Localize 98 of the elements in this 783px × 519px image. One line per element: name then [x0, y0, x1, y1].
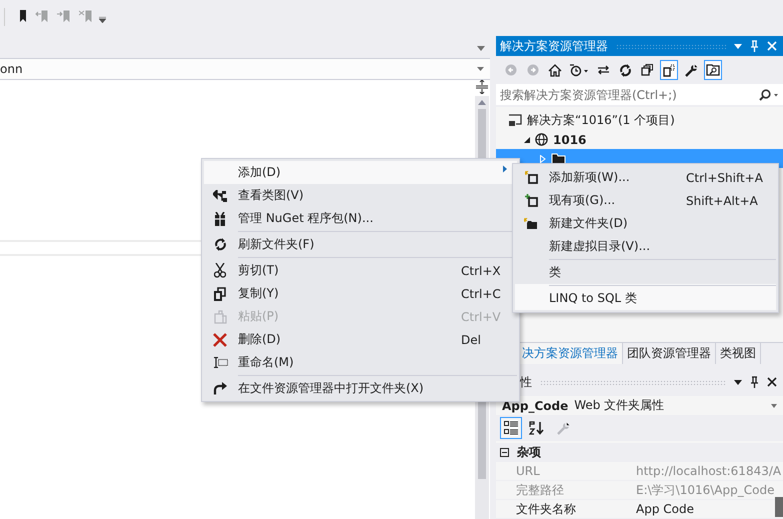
back-icon — [505, 64, 517, 76]
menu-label: 粘贴(P) — [238, 308, 279, 325]
panel-tab[interactable]: 决方案资源管理器 — [518, 342, 623, 364]
menu-label: 新建虚拟目录(V)... — [549, 238, 650, 255]
wrench-icon — [556, 422, 570, 435]
shortcut-label: Ctrl+V — [461, 310, 501, 324]
toolbar-button[interactable] — [660, 60, 678, 80]
panel-title: 解决方案资源管理器 — [500, 38, 608, 55]
menu-label: 添加新项(W)... — [549, 169, 630, 186]
history-icon — [569, 64, 589, 77]
sort-icon — [529, 421, 545, 436]
solution-icon — [508, 114, 522, 127]
menu-item[interactable]: 新建虚拟目录(V)... — [515, 235, 776, 258]
new-folder-icon — [524, 218, 538, 230]
menu-label: 查看类图(V) — [238, 187, 304, 204]
menu-label: 删除(D) — [238, 331, 281, 348]
menu-item[interactable]: LINQ to SQL 类 — [515, 284, 776, 310]
collapse-icon — [641, 64, 653, 76]
scrollbar-thumb[interactable] — [775, 497, 783, 517]
overflow-icon[interactable] — [99, 17, 106, 23]
menu-item[interactable]: 现有项(G)... Shift+Alt+A — [515, 189, 776, 212]
expanded-arrow-icon — [524, 136, 530, 142]
menu-item[interactable]: 删除(D) Del — [204, 328, 517, 351]
object-type: Web 文件夹属性 — [574, 397, 664, 414]
menu-label: 新建文件夹(D) — [549, 215, 628, 232]
collapse-box-icon[interactable] — [500, 448, 509, 457]
panel-tab[interactable]: 类视图 — [716, 342, 761, 364]
files-icon — [662, 64, 676, 77]
split-icon[interactable] — [476, 80, 488, 94]
panel-tab[interactable]: 团队资源管理器 — [623, 342, 716, 364]
add-item-icon — [524, 194, 538, 207]
object-selector[interactable]: App_Code Web 文件夹属性 — [496, 396, 783, 416]
toolbar-button[interactable] — [17, 8, 29, 24]
shortcut-label: Ctrl+C — [461, 286, 501, 300]
wrench-icon — [684, 64, 698, 77]
menu-item[interactable]: 重命名(M) — [204, 351, 517, 374]
dropdown-arrow-icon[interactable] — [734, 380, 742, 385]
scroll-up-icon[interactable] — [478, 100, 486, 105]
home-icon — [548, 64, 562, 77]
menu-item[interactable]: 新建文件夹(D) — [515, 212, 776, 235]
dropdown-arrow-icon — [771, 404, 777, 408]
menu-label: 刷新文件夹(F) — [238, 236, 314, 253]
bookmark-arrow-icon — [57, 10, 71, 22]
bookmark-arrow-icon — [35, 10, 49, 22]
category-label: 杂项 — [517, 444, 541, 461]
diagram-icon — [213, 190, 227, 202]
submenu-arrow-icon — [503, 166, 507, 172]
refresh-icon — [214, 238, 226, 251]
object-name: App_Code — [502, 398, 568, 413]
property-name: 文件夹名称 — [516, 500, 577, 518]
preview-icon — [706, 63, 720, 78]
search-field[interactable]: 搜索解决方案资源管理器(Ctrl+;) — [496, 84, 783, 105]
close-icon[interactable] — [767, 377, 777, 388]
rename-icon — [212, 357, 228, 368]
scissors-icon — [214, 263, 226, 278]
dropdown-arrow-icon — [477, 67, 484, 71]
menu-item[interactable]: 添加新项(W)... Ctrl+Shift+A — [515, 166, 776, 189]
menu-label: 剪切(T) — [238, 262, 279, 279]
shortcut-label: Shift+Alt+A — [686, 194, 758, 208]
menu-label: 在文件资源管理器中打开文件夹(X) — [238, 380, 424, 397]
property-name: URL — [516, 464, 541, 478]
tree-label: 1016 — [553, 132, 586, 146]
shortcut-label: Del — [461, 332, 481, 346]
bookmark-arrow-icon — [79, 10, 93, 22]
search-icon — [759, 88, 779, 101]
navigation-combo[interactable]: onn — [0, 59, 490, 80]
sync-icon — [596, 64, 610, 76]
property-name: 完整路径 — [516, 482, 565, 498]
tree-label: 解决方案“1016”(1 个项目) — [527, 112, 675, 129]
delete-icon — [213, 332, 227, 346]
tree-item[interactable]: 1016 — [496, 130, 783, 149]
collapsed-arrow-icon — [540, 154, 546, 162]
toolbar-button[interactable] — [704, 60, 722, 80]
pin-icon[interactable] — [750, 376, 759, 388]
bookmark-icon — [19, 10, 27, 22]
property-value[interactable]: App Code — [636, 502, 694, 516]
toolbar-button[interactable] — [500, 417, 522, 440]
menu-label: 复制(Y) — [238, 285, 279, 302]
menu-item[interactable]: 添加(D) — [204, 161, 517, 184]
refresh-icon — [618, 64, 632, 77]
package-icon — [214, 212, 226, 226]
tree-item[interactable]: 解决方案“1016”(1 个项目) — [496, 111, 783, 130]
menu-label: 重命名(M) — [238, 354, 294, 371]
categorized-icon — [504, 421, 518, 436]
shortcut-label: Ctrl+X — [461, 264, 501, 278]
copy-icon — [214, 286, 226, 300]
menu-label: 添加(D) — [238, 164, 281, 181]
menu-label: 管理 NuGet 程序包(N)... — [238, 210, 374, 227]
shortcut-label: Ctrl+Shift+A — [686, 170, 763, 184]
forward-icon — [527, 64, 539, 76]
menu-label: 现有项(G)... — [549, 192, 616, 209]
panel-title: 性 — [520, 374, 532, 391]
menu-label: 类 — [549, 264, 561, 281]
clipboard-icon — [214, 310, 226, 324]
new-item-icon — [524, 171, 538, 184]
redo-arrow-icon — [213, 382, 227, 395]
menu-label: LINQ to SQL 类 — [549, 290, 637, 307]
globe-icon — [535, 133, 548, 146]
